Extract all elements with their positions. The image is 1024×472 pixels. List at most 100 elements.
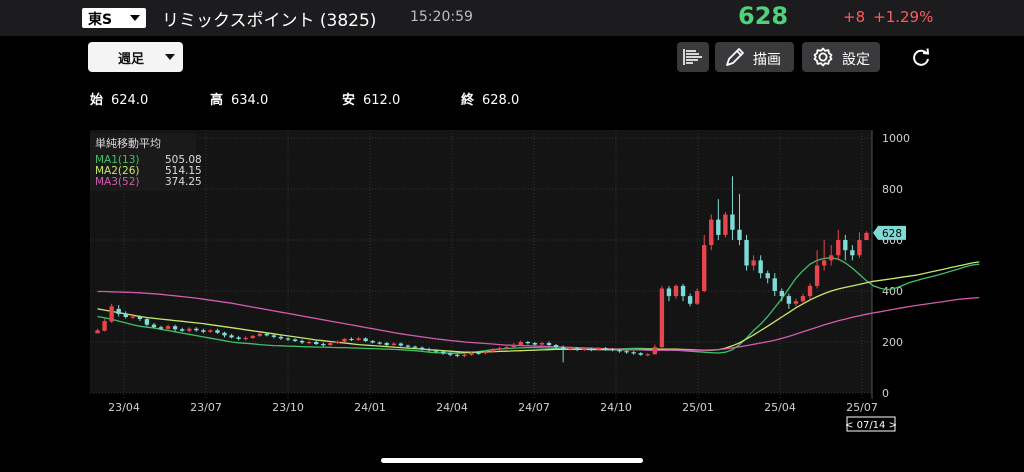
x-tick-label: 23/07 <box>190 401 222 414</box>
candle-body <box>836 240 841 256</box>
pencil-icon <box>726 48 744 66</box>
x-tick-label: 23/10 <box>272 401 304 414</box>
candle-body <box>624 351 629 353</box>
candle-body <box>850 250 855 256</box>
period-label: 週足 <box>118 52 145 67</box>
candle-body <box>342 338 347 342</box>
ohlc-high: 高 634.0 <box>210 89 268 108</box>
candle-body <box>680 285 686 297</box>
candle-body <box>525 342 531 344</box>
candle-body <box>194 328 199 331</box>
x-tick-label: 25/01 <box>682 401 714 414</box>
candle-body <box>589 348 594 350</box>
quote-time: 15:20:59 <box>410 9 473 25</box>
indicator-button[interactable] <box>677 42 709 72</box>
candle-body <box>786 296 792 304</box>
y-tick-label: 0 <box>882 387 889 400</box>
candle-body <box>123 313 128 318</box>
chevron-down-icon <box>165 54 175 60</box>
candle-body <box>511 345 516 348</box>
candle-body <box>709 219 714 246</box>
close-value: 628.0 <box>482 93 520 108</box>
candle-body <box>730 214 735 230</box>
candle-body <box>483 351 488 354</box>
candle-body <box>179 329 185 331</box>
stock-name: リミックスポイント (3825) <box>162 11 377 31</box>
candle-body <box>553 345 559 348</box>
low-label: 安 <box>342 93 356 108</box>
candle-body <box>292 339 298 341</box>
candle-body <box>476 352 481 354</box>
candle-body <box>412 346 418 348</box>
candle-body <box>130 316 135 318</box>
candle-body <box>426 349 432 351</box>
draw-button[interactable]: 描画 <box>715 42 794 72</box>
exchange-label: 東S <box>88 12 113 28</box>
open-value: 624.0 <box>111 93 149 108</box>
candle-body <box>546 343 552 346</box>
current-price: 628 <box>738 2 789 30</box>
candle-body <box>151 324 157 328</box>
candle-body <box>814 265 820 286</box>
candle-body <box>229 335 234 338</box>
candle-body <box>137 316 143 320</box>
home-indicator <box>381 458 643 463</box>
x-tick-label: 25/07 <box>846 401 878 414</box>
legend-ma3: MA3(52) 374.25 <box>95 176 202 188</box>
period-select[interactable]: 週足 <box>88 42 183 72</box>
price-change: +8 +1.29% <box>843 8 941 26</box>
candle-body <box>285 338 291 340</box>
candle-body <box>391 343 397 346</box>
settings-button[interactable]: 設定 <box>802 42 880 72</box>
x-tick-label: 24/10 <box>600 401 632 414</box>
candle-body <box>737 229 742 240</box>
reload-button[interactable] <box>909 46 933 70</box>
candle-body <box>793 301 799 304</box>
candle-body <box>349 338 354 341</box>
candle-body <box>673 285 679 297</box>
candle-body <box>666 288 672 297</box>
gear-icon <box>813 47 833 67</box>
candle-body <box>384 343 389 346</box>
candle-body <box>455 354 460 356</box>
candle-body <box>448 353 453 355</box>
candle-body <box>222 332 227 336</box>
candle-body <box>243 337 248 340</box>
y-tick-label: 1000 <box>882 132 910 145</box>
candle-body <box>250 335 255 338</box>
candle-body <box>363 338 368 341</box>
candle-body <box>603 348 608 350</box>
candle-body <box>405 345 411 347</box>
candle-body <box>187 328 192 331</box>
x-tick-label: 23/04 <box>108 401 140 414</box>
candle-body <box>299 340 305 343</box>
candle-body <box>377 342 382 344</box>
candle-body <box>582 348 587 350</box>
candle-body <box>857 240 862 256</box>
draw-label: 描画 <box>753 52 781 68</box>
candle-body <box>617 350 622 352</box>
candle-body <box>744 240 749 266</box>
candle-body <box>716 219 721 235</box>
ohlc-open: 始 624.0 <box>90 89 148 108</box>
settings-label: 設定 <box>842 52 870 68</box>
candle-body <box>165 326 171 329</box>
candle-body <box>652 347 658 355</box>
x-tick-label: 24/04 <box>436 401 468 414</box>
candle-body <box>532 343 538 345</box>
candle-body <box>314 342 319 345</box>
candle-body <box>335 341 340 344</box>
candle-body <box>433 350 439 352</box>
candle-body <box>723 214 728 235</box>
candle-body <box>109 306 114 322</box>
candle-body <box>271 335 277 337</box>
exchange-select[interactable]: 東S <box>82 8 146 28</box>
candle-body <box>462 354 467 356</box>
y-tick-label: 200 <box>882 336 903 349</box>
change-amount: +8 <box>843 8 866 26</box>
candle-body <box>610 349 615 351</box>
chevron-down-icon <box>130 15 140 21</box>
candle-body <box>497 348 502 350</box>
candle-body <box>490 349 495 352</box>
candle-body <box>596 348 601 350</box>
